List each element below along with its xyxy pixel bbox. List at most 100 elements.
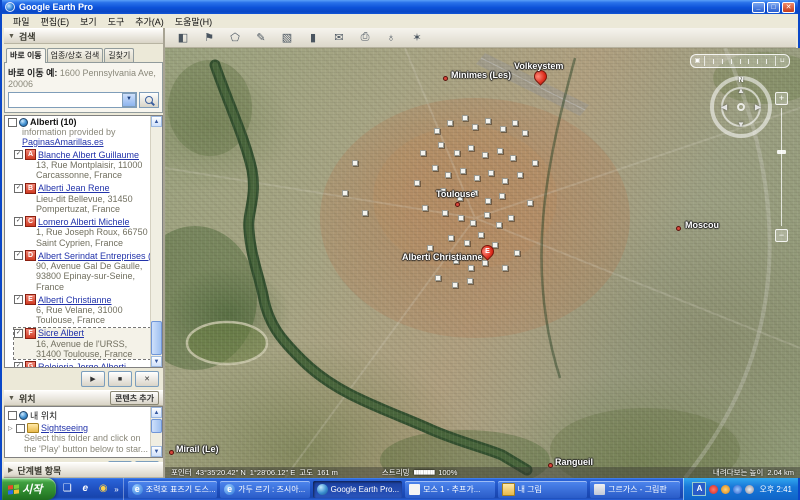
results-scrollbar[interactable]: ▲ ▼ xyxy=(150,116,162,367)
toolbar-button-icon[interactable]: ✶ xyxy=(407,29,427,47)
search-panel-header[interactable]: ▼ 검색 xyxy=(4,28,163,44)
result-name-link[interactable]: Sicre Albert xyxy=(38,328,84,338)
quick-launch-overflow-chevron[interactable]: » xyxy=(114,485,118,494)
add-content-button[interactable]: 콘텐츠 추가 xyxy=(110,391,159,405)
result-checkbox[interactable]: ✓ xyxy=(14,150,23,159)
search-result-item[interactable]: ✓ B Alberti Jean Rene Lieu-dit Bellevue,… xyxy=(14,183,150,215)
zoom-in-button[interactable]: + xyxy=(775,92,788,105)
show-desktop-icon[interactable]: ❏ xyxy=(60,482,74,496)
clear-results-button[interactable]: ✕ xyxy=(135,371,159,387)
tilt-track[interactable] xyxy=(705,59,775,64)
search-result-item[interactable]: ✓ F Sicre Albert 16, Avenue de l'URSS, 3… xyxy=(14,328,150,360)
menu-item[interactable]: 추가(A) xyxy=(130,14,169,29)
menu-item[interactable]: 도구 xyxy=(103,14,130,29)
my-places-checkbox[interactable] xyxy=(8,411,17,420)
result-name-link[interactable]: Relojeria Jorge Alberti xyxy=(38,362,126,367)
search-result-item[interactable]: ✓ A Blanche Albert Guillaume 13, Rue Mon… xyxy=(14,149,150,181)
toolbar-button-icon[interactable]: ⎙ xyxy=(355,29,375,47)
minimize-button[interactable]: _ xyxy=(752,2,765,13)
zoom-track[interactable] xyxy=(781,108,782,226)
collapse-triangle-icon[interactable]: ▼ xyxy=(8,33,15,40)
flyto-input[interactable]: ▼ xyxy=(8,92,137,108)
search-result-group[interactable]: Alberti (10) xyxy=(8,117,150,127)
result-name-link[interactable]: Albert Serindat Entreprises (Cher...) xyxy=(38,251,150,261)
search-result-item[interactable]: ✓ C Lomero Alberti Michele 1, Rue Joseph… xyxy=(14,216,150,248)
sightseeing-checkbox[interactable] xyxy=(16,424,25,433)
scroll-thumb[interactable] xyxy=(151,419,162,433)
menu-item[interactable]: 보기 xyxy=(75,14,102,29)
scroll-down-arrow[interactable]: ▼ xyxy=(151,356,162,367)
toolbar-button-icon[interactable]: ♁ xyxy=(381,29,401,47)
map-place-label[interactable]: Minimes (Les) xyxy=(451,70,511,80)
scroll-up-arrow[interactable]: ▲ xyxy=(151,116,162,127)
title-bar[interactable]: Google Earth Pro _ □ ✕ xyxy=(2,0,798,14)
search-tab[interactable]: 길찾기 xyxy=(104,48,134,62)
scroll-down-arrow[interactable]: ▼ xyxy=(151,446,162,457)
map-viewport[interactable]: Minimes (Les)VolkeystemToulouseMoscouEAl… xyxy=(165,48,800,478)
map-place-label[interactable]: Volkeystem xyxy=(514,61,563,71)
place-dot-marker[interactable] xyxy=(169,450,174,455)
search-tab[interactable]: 업종/상호 검색 xyxy=(47,48,104,62)
place-dot-marker[interactable] xyxy=(455,202,460,207)
search-button[interactable] xyxy=(139,92,159,108)
result-checkbox[interactable]: ✓ xyxy=(14,295,23,304)
pan-up-arrow[interactable]: ▲ xyxy=(737,86,745,95)
pan-down-arrow[interactable]: ▼ xyxy=(737,120,745,129)
result-name-link[interactable]: Blanche Albert Guillaume xyxy=(38,150,139,160)
menu-item[interactable]: 파일 xyxy=(8,14,35,29)
pan-left-arrow[interactable]: ◀ xyxy=(721,103,727,112)
toolbar-button-icon[interactable]: ⬠ xyxy=(225,29,245,47)
security-alert-icon[interactable] xyxy=(709,485,718,494)
map-place-label[interactable]: Alberti Christianne xyxy=(402,252,483,262)
result-name-link[interactable]: Lomero Alberti Michele xyxy=(38,217,130,227)
layers-panel-header[interactable]: ▶ 단계별 항목 xyxy=(4,462,163,478)
zoom-out-button[interactable]: − xyxy=(775,229,788,242)
scroll-thumb[interactable] xyxy=(151,321,162,355)
taskbar-task-button[interactable]: 모스 1 - 추프가... xyxy=(405,481,494,498)
expander-triangle-icon[interactable]: ▷ xyxy=(8,425,14,432)
sightseeing-label[interactable]: Sightseeing xyxy=(41,423,88,433)
menu-item[interactable]: 도움말(H) xyxy=(170,14,217,29)
group-checkbox[interactable] xyxy=(8,118,17,127)
close-button[interactable]: ✕ xyxy=(782,2,795,13)
navigation-compass[interactable]: N ▲ ▼ ◀ ▶ xyxy=(710,76,772,138)
pan-right-arrow[interactable]: ▶ xyxy=(755,103,761,112)
tilt-down-icon[interactable]: ▣ xyxy=(691,56,705,66)
toolbar-button-icon[interactable]: ▮ xyxy=(303,29,323,47)
dropdown-arrow-icon[interactable]: ▼ xyxy=(122,93,136,107)
map-place-label[interactable]: Moscou xyxy=(685,220,719,230)
toolbar-button-icon[interactable]: ▧ xyxy=(277,29,297,47)
menu-item[interactable]: 편집(E) xyxy=(36,14,75,29)
result-checkbox[interactable]: ✓ xyxy=(14,251,23,260)
result-checkbox[interactable]: ✓ xyxy=(14,329,23,338)
network-icon[interactable] xyxy=(733,485,742,494)
zoom-thumb[interactable] xyxy=(777,150,786,154)
taskbar-task-button[interactable]: e조력호 표즈기 도스... xyxy=(128,481,217,498)
places-scrollbar[interactable]: ▲ ▼ xyxy=(150,407,162,457)
play-tour-button[interactable]: ▶ xyxy=(81,371,105,387)
search-result-item[interactable]: ✓ G Relojeria Jorge Alberti C/ Canal, 17… xyxy=(14,361,150,367)
search-result-item[interactable]: ✓ E Alberti Christianne 6, Rue Velane, 3… xyxy=(14,294,150,326)
ime-indicator[interactable]: A xyxy=(692,482,706,496)
volume-icon[interactable] xyxy=(745,485,754,494)
my-places-item[interactable]: 내 위치 xyxy=(8,409,150,422)
toolbar-button-icon[interactable]: ✎ xyxy=(251,29,271,47)
tilt-up-icon[interactable]: ⊔ xyxy=(775,56,789,66)
provider-link[interactable]: PaginasAmarillas.es xyxy=(22,137,150,147)
result-checkbox[interactable]: ✓ xyxy=(14,184,23,193)
sightseeing-folder-item[interactable]: ▷ Sightseeing xyxy=(8,423,150,433)
map-place-label[interactable]: Rangueil xyxy=(555,457,593,467)
maximize-button[interactable]: □ xyxy=(767,2,780,13)
update-icon[interactable] xyxy=(721,485,730,494)
search-tab[interactable]: 바로 이동 xyxy=(6,48,46,63)
place-dot-marker[interactable] xyxy=(676,226,681,231)
scroll-up-arrow[interactable]: ▲ xyxy=(151,407,162,418)
taskbar-task-button[interactable]: Google Earth Pro... xyxy=(313,481,402,498)
expand-triangle-icon[interactable]: ▶ xyxy=(8,466,13,474)
toolbar-button-icon[interactable]: ⚑ xyxy=(199,29,219,47)
taskbar-task-button[interactable]: 내 그림 xyxy=(498,481,587,498)
taskbar-task-button[interactable]: 그르가스 - 그림판 xyxy=(590,481,679,498)
result-checkbox[interactable]: ✓ xyxy=(14,362,23,367)
zoom-slider[interactable]: + − xyxy=(775,92,788,242)
result-name-link[interactable]: Alberti Christianne xyxy=(38,295,112,305)
